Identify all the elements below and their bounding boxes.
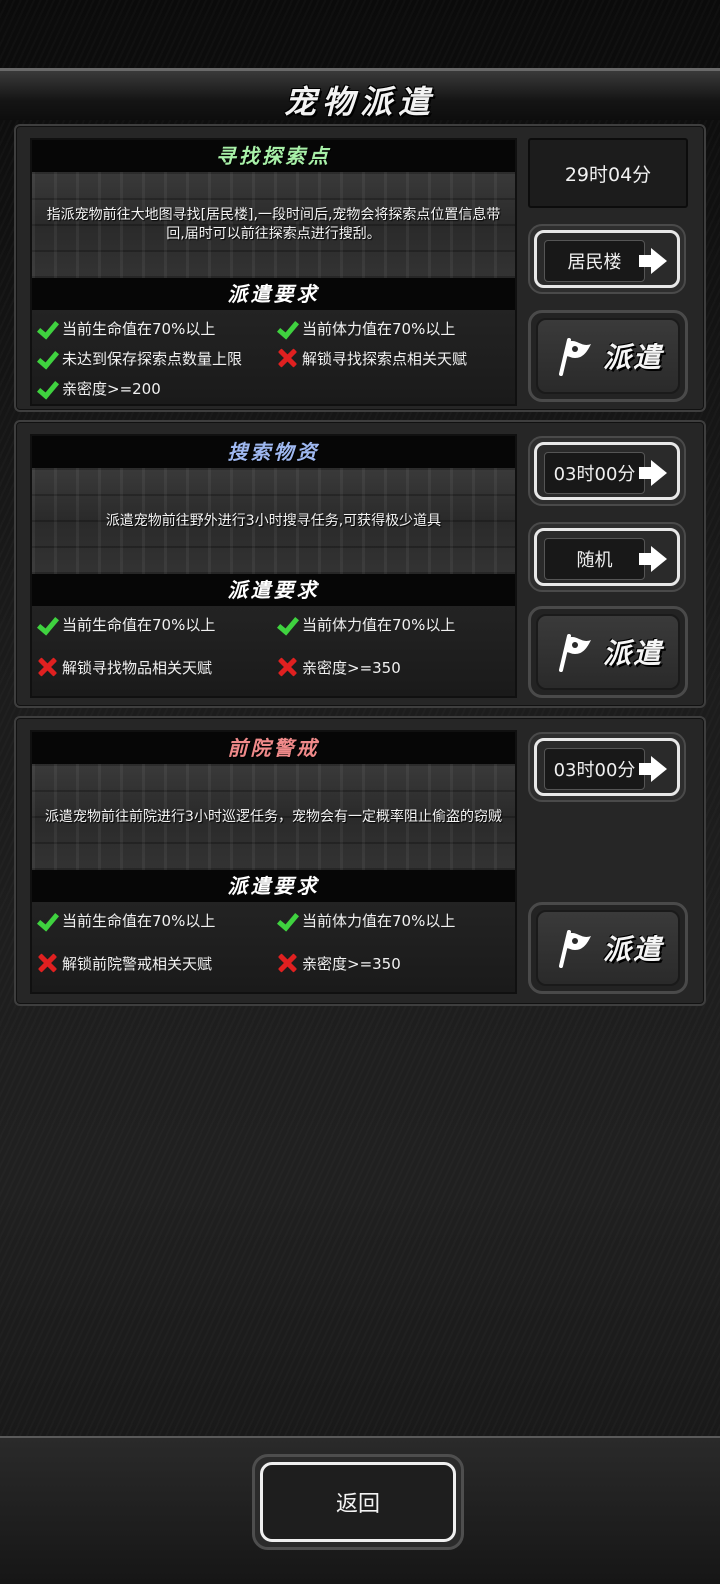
requirement-item: 亲密度>=350: [276, 951, 516, 975]
cross-icon: [276, 656, 298, 678]
check-icon: [36, 613, 58, 635]
cross-icon: [276, 952, 298, 974]
dispatch-button[interactable]: 派遣: [528, 902, 688, 994]
requirements-title: 派遣要求: [32, 870, 515, 902]
duration-select-button[interactable]: 03时00分: [528, 732, 686, 802]
check-icon: [36, 317, 58, 339]
cross-icon: [276, 347, 298, 369]
mission-card: 搜索物资 派遣宠物前往野外进行3小时搜寻任务,可获得极少道具 派遣要求 当前生命…: [30, 434, 517, 698]
dispatch-button[interactable]: 派遣: [528, 310, 688, 402]
requirement-item: 当前体力值在70%以上: [276, 612, 516, 636]
mission-card: 前院警戒 派遣宠物前往前院进行3小时巡逻任务，宠物会有一定概率阻止偷盗的窃贼 派…: [30, 730, 517, 994]
check-icon: [36, 909, 58, 931]
requirement-item: 解锁前院警戒相关天赋: [36, 951, 276, 975]
mission-description: 派遣宠物前往野外进行3小时搜寻任务,可获得极少道具: [32, 468, 515, 574]
arrow-right-icon: [639, 458, 669, 488]
arrow-right-icon: [639, 246, 669, 276]
requirements-list: 当前生命值在70%以上 当前体力值在70%以上 解锁前院警戒相关天赋 亲密度>=…: [32, 902, 515, 992]
requirement-item: 当前生命值在70%以上: [36, 316, 276, 340]
arrow-right-icon: [639, 754, 669, 784]
cross-icon: [36, 656, 58, 678]
requirement-item: 未达到保存探索点数量上限: [36, 346, 276, 370]
requirements-title: 派遣要求: [32, 278, 515, 310]
check-icon: [276, 317, 298, 339]
duration-value: 03时00分: [544, 748, 645, 790]
requirement-item: 亲密度>=200: [36, 376, 276, 400]
check-icon: [36, 377, 58, 399]
flag-icon: [558, 930, 591, 968]
flag-icon: [558, 338, 591, 376]
mission-panel-search: 搜索物资 派遣宠物前往野外进行3小时搜寻任务,可获得极少道具 派遣要求 当前生命…: [14, 420, 706, 708]
requirement-item: 当前体力值在70%以上: [276, 316, 516, 340]
target-select-button[interactable]: 居民楼: [528, 224, 686, 294]
dispatch-label: 派遣: [602, 341, 663, 374]
duration-display: 29时04分: [528, 138, 688, 208]
mission-panel-explore: 寻找探索点 指派宠物前往大地图寻找[居民楼],一段时间后,宠物会将探索点位置信息…: [14, 124, 706, 412]
check-icon: [276, 909, 298, 931]
back-button[interactable]: 返回: [252, 1454, 464, 1550]
duration-value: 03时00分: [544, 452, 645, 494]
mission-title: 搜索物资: [32, 436, 515, 468]
check-icon: [276, 613, 298, 635]
mission-title: 寻找探索点: [32, 140, 515, 172]
mission-card: 寻找探索点 指派宠物前往大地图寻找[居民楼],一段时间后,宠物会将探索点位置信息…: [30, 138, 517, 406]
page-title: 宠物派遣: [283, 83, 436, 121]
check-icon: [36, 347, 58, 369]
requirement-item: 亲密度>=350: [276, 655, 516, 679]
mission-title: 前院警戒: [32, 732, 515, 764]
title-bar: 宠物派遣: [0, 68, 720, 121]
duration-select-button[interactable]: 03时00分: [528, 436, 686, 506]
requirement-item: 解锁寻找物品相关天赋: [36, 655, 276, 679]
dispatch-label: 派遣: [602, 933, 663, 966]
dispatch-label: 派遣: [602, 637, 663, 670]
requirement-item: 当前体力值在70%以上: [276, 908, 516, 932]
requirement-item: 当前生命值在70%以上: [36, 612, 276, 636]
mission-description: 指派宠物前往大地图寻找[居民楼],一段时间后,宠物会将探索点位置信息带回,届时可…: [32, 172, 515, 278]
requirements-list: 当前生命值在70%以上 当前体力值在70%以上 未达到保存探索点数量上限 解锁寻…: [32, 310, 515, 404]
requirement-item: 解锁寻找探索点相关天赋: [276, 346, 516, 370]
requirements-title: 派遣要求: [32, 574, 515, 606]
cross-icon: [36, 952, 58, 974]
mission-panel-guard: 前院警戒 派遣宠物前往前院进行3小时巡逻任务，宠物会有一定概率阻止偷盗的窃贼 派…: [14, 716, 706, 1006]
back-label: 返回: [260, 1462, 456, 1542]
requirement-item: 当前生命值在70%以上: [36, 908, 276, 932]
target-value: 随机: [544, 538, 645, 580]
mission-description: 派遣宠物前往前院进行3小时巡逻任务，宠物会有一定概率阻止偷盗的窃贼: [32, 764, 515, 870]
dispatch-button[interactable]: 派遣: [528, 606, 688, 698]
target-select-button[interactable]: 随机: [528, 522, 686, 592]
requirements-list: 当前生命值在70%以上 当前体力值在70%以上 解锁寻找物品相关天赋 亲密度>=…: [32, 606, 515, 696]
footer-bar: 返回: [0, 1436, 720, 1584]
arrow-right-icon: [639, 544, 669, 574]
target-value: 居民楼: [544, 240, 645, 282]
flag-icon: [558, 634, 591, 672]
